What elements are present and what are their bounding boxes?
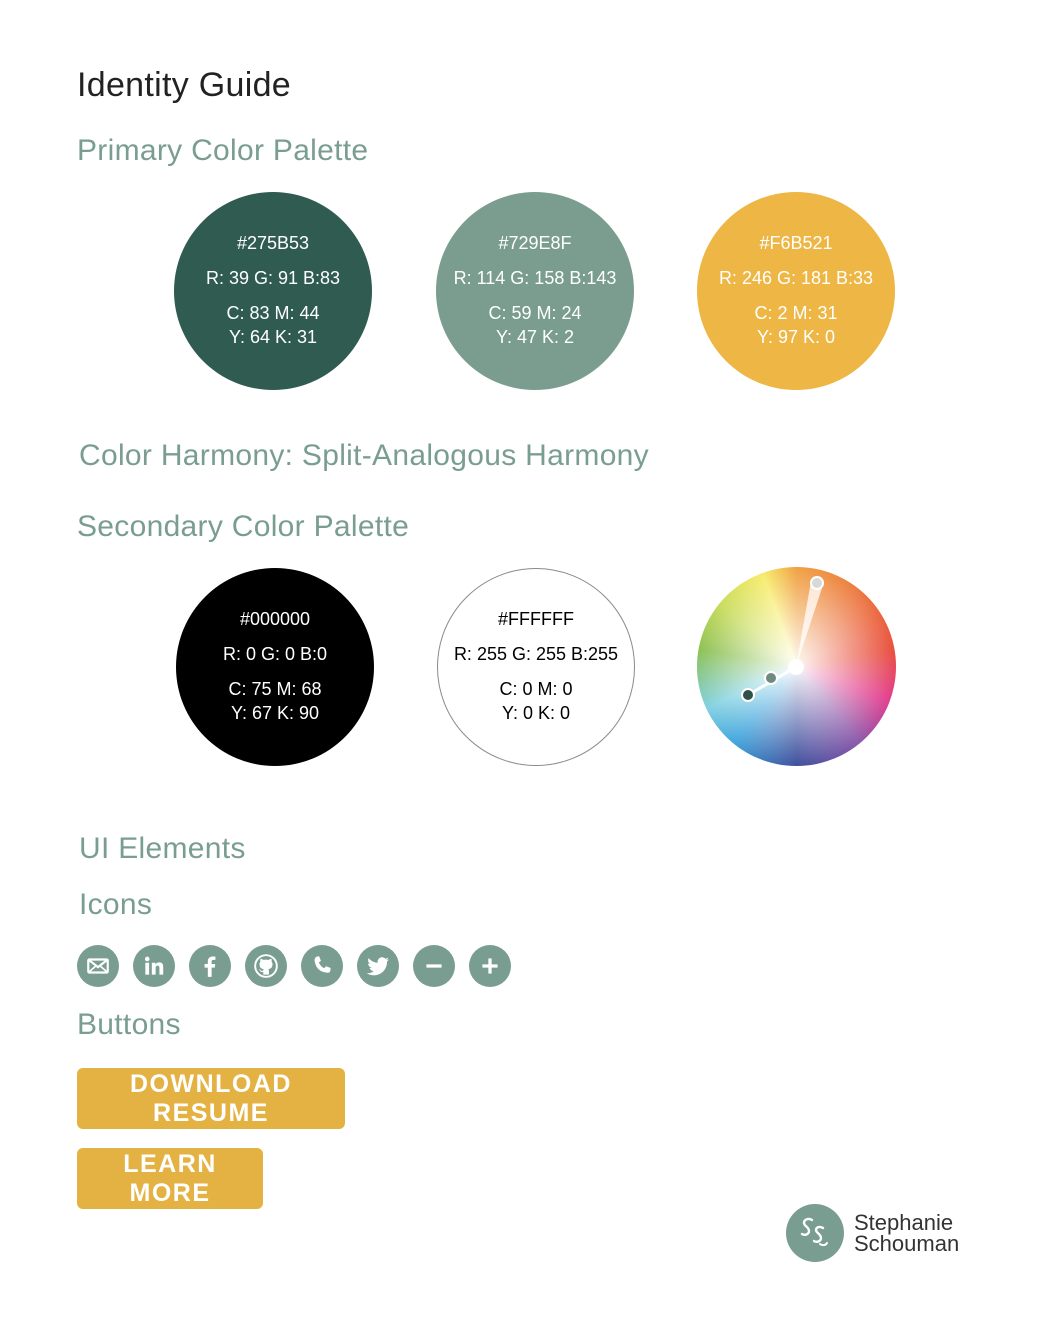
- swatch-cmyk-yk: Y: 0 K: 0: [501, 703, 571, 723]
- swatch-rgb: R: 255 G: 255 B:255: [453, 644, 619, 664]
- brand-logo: Stephanie Schouman: [786, 1204, 959, 1262]
- logo-wordmark: Stephanie Schouman: [854, 1210, 960, 1256]
- primary-swatch-dark-green: #275B53 R: 39 G: 91 B:83 C: 83 M: 44 Y: …: [174, 192, 372, 390]
- swatch-rgb: R: 246 G: 181 B:33: [718, 268, 874, 288]
- swatch-cmyk-cm: C: 59 M: 24: [488, 303, 582, 323]
- color-wheel-icon: [697, 567, 896, 766]
- swatch-cmyk-cm: C: 83 M: 44: [226, 303, 320, 323]
- monogram-icon: [786, 1204, 844, 1262]
- linkedin-icon[interactable]: [133, 945, 175, 987]
- swatch-cmyk-cm: C: 0 M: 0: [499, 679, 573, 699]
- harmony-heading: Color Harmony: Split-Analogous Harmony: [79, 439, 649, 472]
- swatch-rgb: R: 114 G: 158 B:143: [453, 268, 617, 288]
- logo-last-name: Schouman: [854, 1231, 960, 1256]
- swatch-hex: #275B53: [236, 233, 310, 253]
- secondary-palette-heading: Secondary Color Palette: [77, 510, 410, 543]
- mail-icon[interactable]: [77, 945, 119, 987]
- icon-row: [77, 945, 511, 987]
- swatch-cmyk-cm: C: 2 M: 31: [754, 303, 838, 323]
- swatch-rgb: R: 39 G: 91 B:83: [205, 268, 341, 288]
- primary-palette-heading: Primary Color Palette: [77, 134, 369, 167]
- swatch-hex: #000000: [239, 609, 311, 629]
- facebook-icon[interactable]: [189, 945, 231, 987]
- page-title: Identity Guide: [77, 66, 291, 104]
- swatch-cmyk-yk: Y: 47 K: 2: [495, 327, 575, 347]
- ui-elements-heading: UI Elements: [79, 832, 246, 865]
- swatch-hex: #F6B521: [759, 233, 833, 253]
- github-icon[interactable]: [245, 945, 287, 987]
- swatch-cmyk-cm: C: 75 M: 68: [228, 679, 322, 699]
- plus-icon[interactable]: [469, 945, 511, 987]
- download-resume-button[interactable]: DOWNLOAD RESUME: [77, 1068, 345, 1129]
- learn-more-button[interactable]: LEARN MORE: [77, 1148, 263, 1209]
- twitter-icon[interactable]: [357, 945, 399, 987]
- swatch-cmyk-yk: Y: 67 K: 90: [230, 703, 320, 723]
- buttons-heading: Buttons: [77, 1008, 181, 1041]
- swatch-cmyk-yk: Y: 64 K: 31: [228, 327, 318, 347]
- secondary-swatch-black: #000000 R: 0 G: 0 B:0 C: 75 M: 68 Y: 67 …: [176, 568, 374, 766]
- minus-icon[interactable]: [413, 945, 455, 987]
- swatch-hex: #729E8F: [498, 233, 572, 253]
- primary-swatch-sage: #729E8F R: 114 G: 158 B:143 C: 59 M: 24 …: [436, 192, 634, 390]
- swatch-rgb: R: 0 G: 0 B:0: [222, 644, 328, 664]
- primary-swatch-gold: #F6B521 R: 246 G: 181 B:33 C: 2 M: 31 Y:…: [697, 192, 895, 390]
- swatch-cmyk-yk: Y: 97 K: 0: [756, 327, 836, 347]
- phone-icon[interactable]: [301, 945, 343, 987]
- swatch-hex: #FFFFFF: [498, 609, 574, 629]
- icons-heading: Icons: [79, 888, 153, 921]
- logo-first-name: Stephanie: [854, 1210, 954, 1235]
- secondary-swatch-white: #FFFFFF R: 255 G: 255 B:255 C: 0 M: 0 Y:…: [437, 568, 635, 766]
